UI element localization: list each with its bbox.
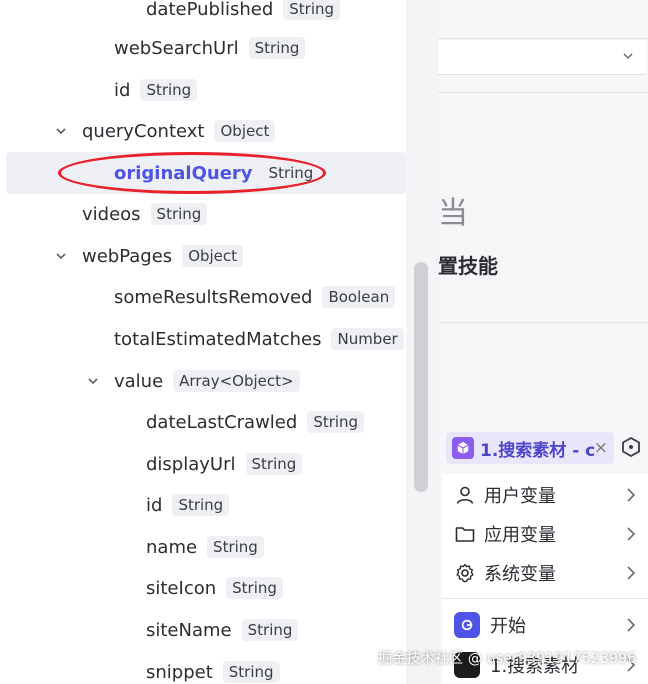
- type-badge: String: [140, 79, 198, 101]
- tree-row-datepublished[interactable]: datePublished String: [6, 0, 406, 30]
- tree-row-totalestimatedmatches[interactable]: totalEstimatedMatches Number: [6, 318, 406, 360]
- type-badge: Boolean: [322, 286, 396, 308]
- tree-row-siteicon[interactable]: siteIcon String: [6, 567, 406, 609]
- tree-row-value-id[interactable]: id String: [6, 484, 406, 526]
- tree-row-displayurl[interactable]: displayUrl String: [6, 443, 406, 485]
- field-name: id: [146, 494, 163, 516]
- placeholder-glyph: 当: [438, 196, 468, 231]
- field-name: webSearchUrl: [114, 37, 239, 59]
- field-name: queryContext: [82, 120, 205, 142]
- type-badge: String: [248, 37, 306, 59]
- type-badge: Number: [331, 328, 404, 350]
- menu-item-label: 用户变量: [484, 486, 556, 507]
- field-name: webPages: [82, 245, 173, 267]
- type-badge: String: [222, 661, 280, 683]
- chevron-right-icon: [627, 566, 636, 580]
- type-badge: Array<Object>: [173, 370, 300, 392]
- cube-icon: [452, 437, 474, 459]
- field-name: datePublished: [146, 0, 274, 20]
- tree-scrollbar-thumb[interactable]: [414, 262, 428, 492]
- chevron-right-icon: [627, 618, 636, 632]
- chevron-down-icon[interactable]: [54, 249, 68, 263]
- field-name: someResultsRemoved: [114, 286, 313, 308]
- selected-variable-tag[interactable]: 1.搜索素材 - c ×: [446, 432, 614, 464]
- node-config-panel: 当 置技能 1.搜索素材 - c × 用户变量 应用变量 系统变量 开始 1.搜…: [438, 0, 648, 684]
- gear-icon: [456, 563, 474, 583]
- tree-row-websearchurl[interactable]: webSearchUrl String: [6, 27, 406, 69]
- tree-row-value[interactable]: value Array<Object>: [6, 360, 406, 402]
- tree-row-videos[interactable]: videos String: [6, 193, 406, 235]
- chevron-down-icon[interactable]: [86, 374, 100, 388]
- type-badge: String: [307, 411, 365, 433]
- divider: [438, 322, 648, 323]
- hexagon-settings-icon[interactable]: [620, 436, 642, 458]
- chevron-right-icon: [627, 527, 636, 541]
- tree-row-snippet[interactable]: snippet String: [6, 651, 406, 684]
- menu-item-user-variables[interactable]: 用户变量: [442, 476, 648, 514]
- divider: [438, 92, 648, 93]
- tree-row-webpages[interactable]: webPages Object: [6, 235, 406, 277]
- type-badge: String: [207, 536, 264, 558]
- chevron-right-icon: [627, 488, 636, 502]
- start-node-icon: [454, 612, 480, 638]
- tree-row-sitename[interactable]: siteName String: [6, 609, 406, 651]
- chevron-down-icon[interactable]: [54, 124, 68, 138]
- field-name: displayUrl: [146, 453, 236, 475]
- menu-item-system-variables[interactable]: 系统变量: [442, 554, 648, 592]
- menu-item-start-node[interactable]: 开始: [442, 606, 648, 644]
- type-badge: String: [283, 0, 341, 20]
- tree-row-originalquery[interactable]: originalQuery String: [6, 152, 406, 194]
- divider: [442, 598, 648, 599]
- type-badge: String: [150, 203, 208, 225]
- tree-row-datelastcrawled[interactable]: dateLastCrawled String: [6, 401, 406, 443]
- tree-row-someresultsremoved[interactable]: someResultsRemoved Boolean: [6, 276, 406, 318]
- user-icon: [456, 486, 474, 504]
- tag-label: 1.搜索素材 - c: [480, 440, 596, 461]
- type-badge: Object: [182, 245, 244, 267]
- field-name: totalEstimatedMatches: [114, 328, 322, 350]
- tree-row-id[interactable]: id String: [6, 69, 406, 111]
- skill-config-label[interactable]: 置技能: [438, 250, 498, 279]
- tree-row-querycontext[interactable]: queryContext Object: [6, 110, 406, 152]
- type-badge: String: [262, 162, 320, 184]
- type-badge: Object: [214, 120, 276, 142]
- field-name: id: [114, 79, 131, 101]
- type-badge: String: [226, 577, 283, 599]
- field-name: name: [146, 536, 198, 558]
- type-badge: String: [245, 453, 303, 475]
- field-name: snippet: [146, 661, 213, 683]
- variable-tree-panel: datePublished String webSearchUrl String…: [0, 0, 406, 684]
- close-icon[interactable]: ×: [594, 438, 608, 458]
- folder-icon: [455, 527, 475, 542]
- menu-item-label: 开始: [490, 616, 526, 637]
- select-field[interactable]: [438, 40, 646, 75]
- watermark: 掘金技术社区 @ user9391917523996: [378, 651, 637, 667]
- menu-item-label: 系统变量: [484, 564, 556, 585]
- field-name: originalQuery: [114, 162, 253, 184]
- type-badge: String: [241, 619, 299, 641]
- field-name: value: [114, 370, 164, 392]
- divider: [438, 38, 648, 39]
- chevron-down-icon: [623, 53, 633, 60]
- field-name: siteName: [146, 619, 232, 641]
- field-name: dateLastCrawled: [146, 411, 298, 433]
- menu-item-app-variables[interactable]: 应用变量: [442, 515, 648, 553]
- menu-item-label: 应用变量: [484, 525, 556, 546]
- field-name: siteIcon: [146, 577, 217, 599]
- field-name: videos: [82, 203, 141, 225]
- type-badge: String: [172, 494, 230, 516]
- tree-row-name[interactable]: name String: [6, 526, 406, 568]
